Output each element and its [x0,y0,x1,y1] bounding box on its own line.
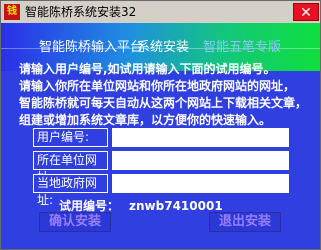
org-url-row: 所在单位网址: [33,151,289,184]
gov-url-label: 当地政府网址: [33,174,108,207]
user-id-row: 用户编号: [33,128,289,147]
user-id-input[interactable] [112,128,289,147]
trial-code-value: znwb7410001 [129,199,223,213]
gov-url-input[interactable] [112,174,289,193]
instruction-line: 请输入用户编号,如试用请输入下面的试用编号。 [19,62,276,76]
menu-item-wubi-edition[interactable]: 智能五笔专版 [203,36,281,55]
instruction-line: 组建或增加系统文章库，以方便你的快速输入。 [19,113,272,127]
org-url-input[interactable] [112,151,289,170]
menu-item-input-platform[interactable]: 智能陈桥输入平台 [39,36,143,55]
installer-window: 钱 智能陈桥系统安装32 ✕ 智能陈桥输入平台 系统安装 智能五笔专版 请输入用… [0,0,321,250]
instruction-line: 请输入你所在单位网站和你所在地政府网站的网址， [19,79,296,93]
window-title: 智能陈桥系统安装32 [25,5,137,19]
confirm-install-button[interactable]: 确认安装 [39,212,111,232]
gov-url-row: 当地政府网址: [33,174,289,207]
instructions-text: 请输入用户编号,如试用请输入下面的试用编号。 请输入你所在单位网站和你所在地政府… [19,61,314,129]
app-icon: 钱 [4,4,20,20]
instruction-line: 智能陈桥就可每天自动从这两个网站上下载相关文章， [19,96,308,110]
trial-code-label: 试用编号： [59,199,120,213]
title-bar: 钱 智能陈桥系统安装32 ✕ [1,1,320,24]
org-url-label: 所在单位网址: [33,151,108,184]
menu-item-system-install[interactable]: 系统安装 [137,36,189,55]
user-id-label: 用户编号: [33,128,108,147]
close-button[interactable]: ✕ [293,3,319,21]
exit-install-button[interactable]: 退出安装 [209,212,281,232]
